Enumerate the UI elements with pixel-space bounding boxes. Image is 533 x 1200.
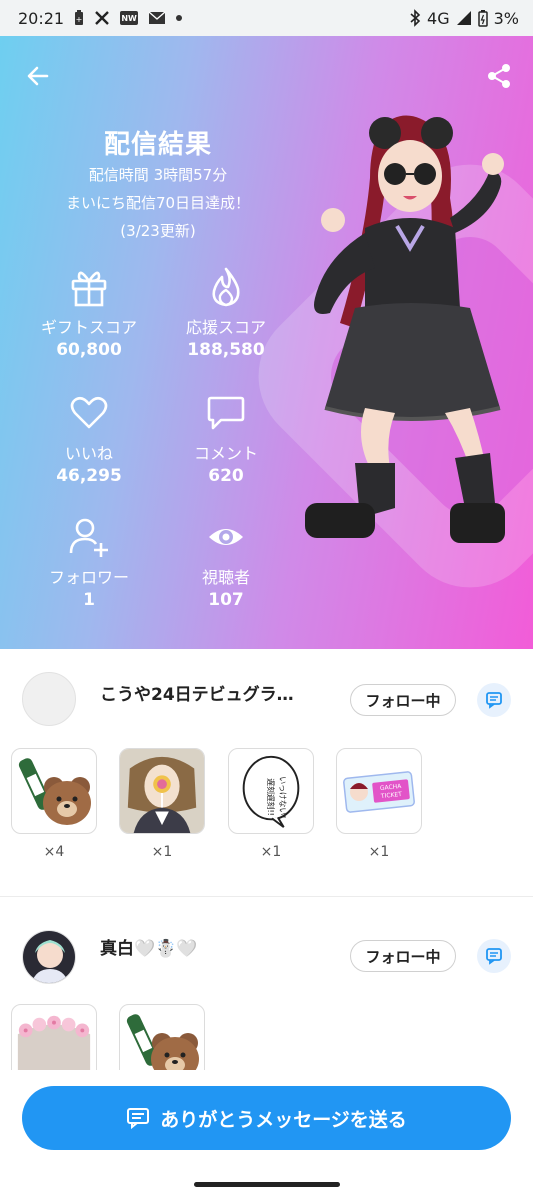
- message-button[interactable]: [477, 683, 511, 717]
- speech-bubble-gift: いっけない! 遅刻遅刻!!: [242, 755, 300, 828]
- svg-text:+: +: [76, 15, 83, 24]
- bear-sake-gift: [18, 758, 91, 825]
- supporter-row: 真白🤍☃️🤍 フォロー中: [0, 912, 533, 992]
- svg-text:いっけない!: いっけない!: [278, 776, 287, 818]
- system-icons: 4G 3%: [409, 9, 519, 28]
- lollipop-gift: [120, 749, 204, 833]
- stat-label: 視聴者: [201, 568, 250, 587]
- battery-icon: [477, 9, 488, 27]
- gift-count: ×1: [151, 844, 173, 860]
- avatar-image: [23, 931, 75, 983]
- message-icon: [127, 1108, 150, 1130]
- gift-count: ×4: [43, 844, 65, 860]
- back-button[interactable]: [22, 60, 54, 92]
- avatar-illustration: [305, 115, 505, 543]
- page-title: 配信結果: [103, 130, 212, 160]
- stat-label: コメント: [193, 444, 258, 463]
- battery-saver-icon: +: [74, 10, 84, 26]
- stat-value: 46,295: [56, 466, 122, 486]
- x-icon: [94, 10, 110, 26]
- gift-item: GACHA TICKET: [336, 748, 422, 834]
- dot-icon: [176, 15, 183, 21]
- message-icon: [486, 692, 502, 709]
- send-thanks-button[interactable]: ありがとうメッセージを送る: [22, 1086, 511, 1150]
- battery-level: 3%: [493, 8, 519, 28]
- avatar[interactable]: [22, 672, 76, 726]
- stat-value: 107: [208, 590, 244, 610]
- updated-date: (3/23更新): [120, 222, 196, 240]
- gift-item: いっけない! 遅刻遅刻!!: [228, 748, 314, 834]
- notification-icons: + NW: [74, 10, 183, 26]
- stat-value: 1: [83, 590, 95, 610]
- avatar[interactable]: [22, 930, 76, 984]
- gift-item: [119, 748, 205, 834]
- send-thanks-label: ありがとうメッセージを送る: [160, 1108, 407, 1131]
- stat-value: 188,580: [187, 340, 265, 360]
- stat-value: 620: [208, 466, 244, 486]
- stat-followers: フォロワー 1: [19, 512, 159, 610]
- heart-icon: [19, 388, 159, 438]
- stat-label: 応援スコア: [185, 318, 266, 337]
- stream-result-hero: 配信結果 配信時間 3時間57分 まいにち配信70日目達成！ (3/23更新): [0, 36, 533, 649]
- gift-count: ×1: [260, 844, 282, 860]
- supporter-row: こうや24日テビュグラ… フォロー中: [0, 658, 533, 738]
- stream-duration: 配信時間 3時間57分: [88, 166, 228, 184]
- signal-icon: [456, 10, 472, 26]
- divider: [0, 896, 533, 897]
- supporter-name[interactable]: 真白🤍☃️🤍: [100, 934, 198, 959]
- status-bar: 20:21 + NW 4G 3%: [0, 0, 533, 36]
- stat-likes: いいね 46,295: [19, 388, 159, 486]
- stat-label: ギフトスコア: [40, 318, 137, 337]
- news-icon: NW: [120, 11, 139, 25]
- arrow-left-icon: [27, 66, 49, 86]
- follow-button[interactable]: フォロー中: [350, 940, 456, 972]
- bottom-action-area: ありがとうメッセージを送る: [0, 1070, 533, 1200]
- stat-label: フォロワー: [48, 568, 129, 587]
- svg-text:遅刻遅刻!!: 遅刻遅刻!!: [266, 778, 276, 815]
- bluetooth-icon: [409, 9, 421, 27]
- stat-viewers: 視聴者 107: [156, 512, 296, 610]
- comment-icon: [156, 388, 296, 438]
- share-icon: [488, 64, 510, 88]
- gift-item: [11, 748, 97, 834]
- share-button[interactable]: [483, 60, 515, 92]
- status-time: 20:21: [18, 8, 65, 28]
- eye-icon: [156, 512, 296, 562]
- stat-comments: コメント 620: [156, 388, 296, 486]
- message-button[interactable]: [477, 939, 511, 973]
- stat-gift-score: ギフトスコア 60,800: [19, 262, 159, 360]
- follow-button[interactable]: フォロー中: [350, 684, 456, 716]
- supporter-name[interactable]: こうや24日テビュグラ…: [100, 680, 294, 705]
- home-indicator[interactable]: [194, 1182, 340, 1187]
- flame-icon: [156, 262, 296, 312]
- gift-count: ×1: [368, 844, 390, 860]
- stat-value: 60,800: [56, 340, 122, 360]
- gift-icon: [19, 262, 159, 312]
- streak-message: まいにち配信70日目達成！: [65, 194, 251, 212]
- message-icon: [486, 948, 502, 965]
- add-user-icon: [19, 512, 159, 562]
- stat-label: いいね: [64, 444, 113, 463]
- stat-support-score: 応援スコア 188,580: [156, 262, 296, 360]
- mail-icon: [148, 11, 166, 25]
- network-type: 4G: [427, 8, 450, 28]
- gacha-ticket-gift: GACHA TICKET: [343, 771, 415, 813]
